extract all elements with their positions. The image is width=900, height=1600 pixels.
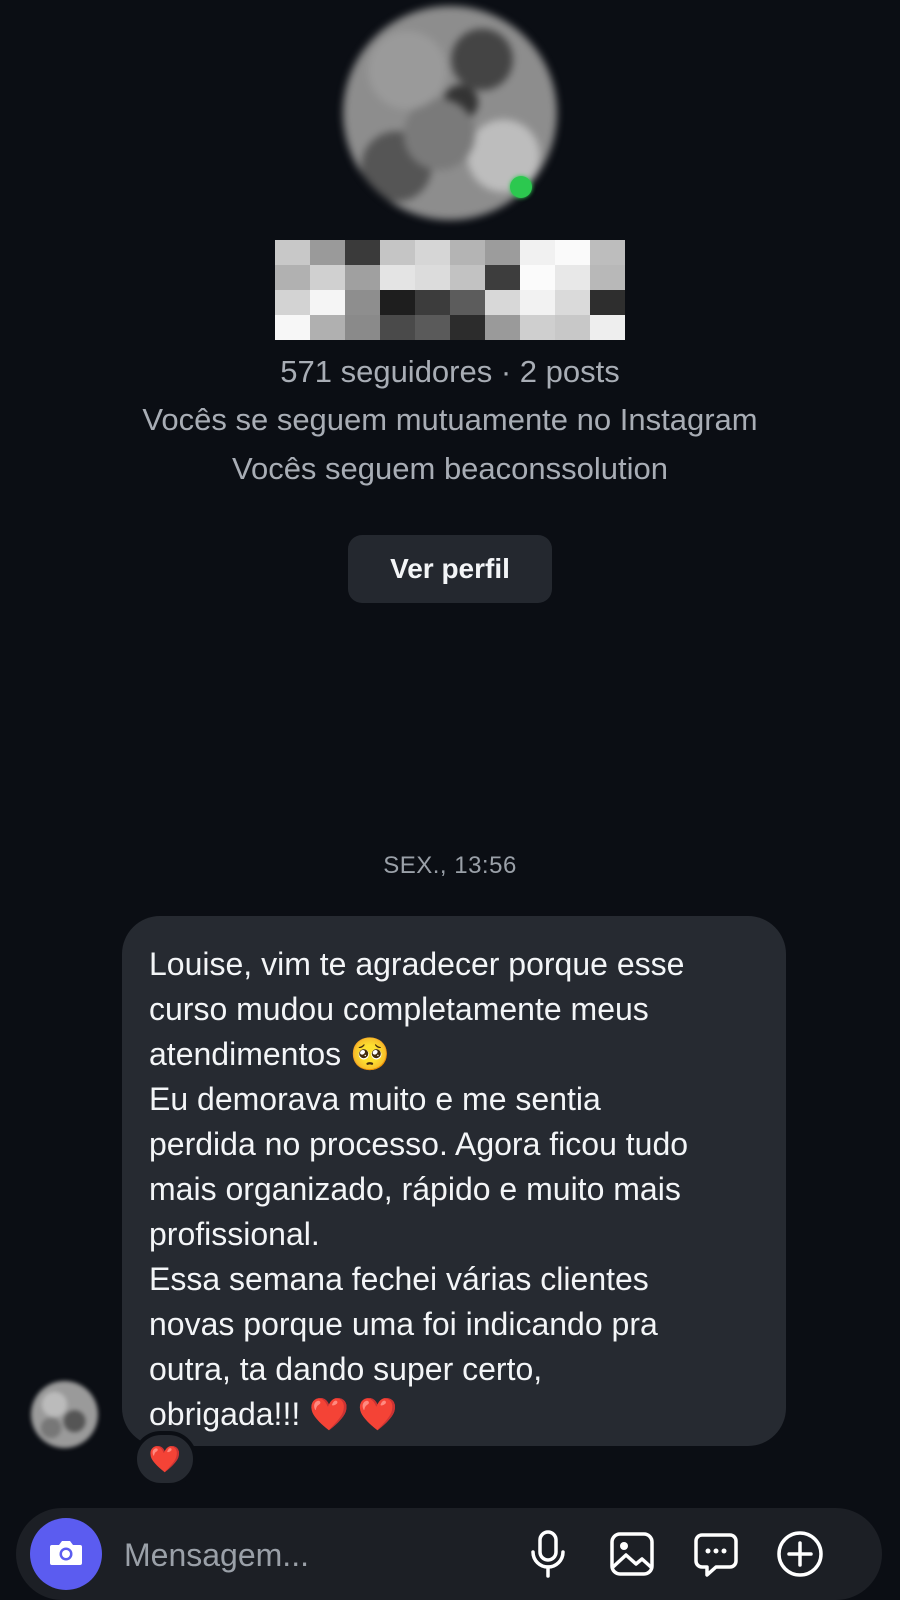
message-composer <box>16 1508 882 1600</box>
message-line: atendimentos 🥺 <box>149 1036 390 1072</box>
online-status-dot <box>510 176 532 198</box>
follower-post-count: 571 seguidores · 2 posts <box>280 354 620 389</box>
dm-thread-screen: 571 seguidores · 2 posts Vocês se seguem… <box>0 0 900 1600</box>
message-line: perdida no processo. Agora ficou tudo <box>149 1126 689 1162</box>
message-line: obrigada!!! ❤️ ❤️ <box>149 1396 398 1432</box>
sticker-icon[interactable] <box>690 1528 742 1580</box>
message-input[interactable] <box>122 1526 516 1584</box>
camera-button[interactable] <box>30 1518 102 1590</box>
profile-name-redacted <box>275 240 625 340</box>
gallery-icon[interactable] <box>606 1528 658 1580</box>
message-line: Louise, vim te agradecer porque esse <box>149 946 685 982</box>
message-line: Eu demorava muito e me sentia <box>149 1081 601 1117</box>
camera-icon <box>46 1532 86 1577</box>
message-line: curso mudou completamente meus <box>149 991 649 1027</box>
sender-avatar[interactable] <box>31 1381 98 1448</box>
mutual-follow-note: Vocês se seguem mutuamente no Instagram <box>142 402 758 437</box>
message-line: Essa semana fechei várias clientes <box>149 1261 649 1297</box>
message-bubble[interactable]: Louise, vim te agradecer porque esse cur… <box>122 916 786 1446</box>
plus-icon[interactable] <box>774 1528 826 1580</box>
message-line: profissional. <box>149 1216 320 1252</box>
heart-reaction[interactable]: ❤️ <box>133 1431 197 1487</box>
heart-icon: ❤️ <box>148 1444 182 1474</box>
microphone-icon[interactable] <box>522 1528 574 1580</box>
mutual-following-note: Vocês seguem beaconssolution <box>231 451 668 486</box>
message-line: novas porque uma foi indicando pra <box>149 1306 658 1342</box>
view-profile-button[interactable]: Ver perfil <box>348 535 552 603</box>
message-timestamp: SEX., 13:56 <box>383 852 517 879</box>
message-line: mais organizado, rápido e muito mais <box>149 1171 681 1207</box>
message-line: outra, ta dando super certo, <box>149 1351 543 1387</box>
